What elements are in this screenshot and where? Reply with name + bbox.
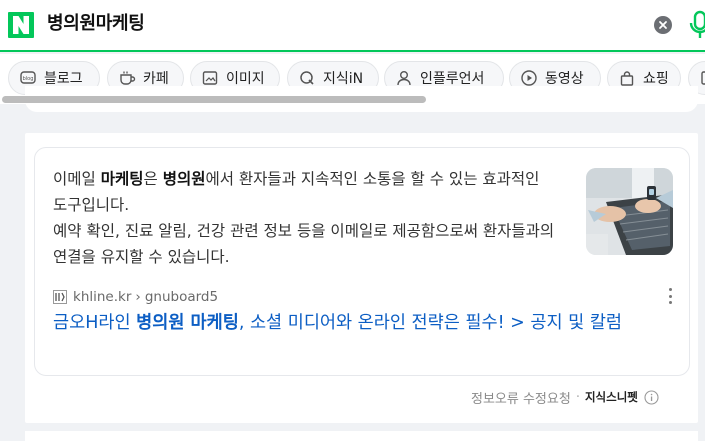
tab-label: 인플루언서 bbox=[420, 71, 485, 87]
snippet-highlight: 마케팅 bbox=[100, 170, 144, 188]
snippet-highlight: 병의원 bbox=[162, 170, 206, 188]
tab-label: 지식iN bbox=[323, 71, 364, 87]
search-input[interactable]: 병의원마케팅 bbox=[47, 12, 145, 36]
title-part: , 소셜 미디어와 온라인 전략은 필수! > 공지 및 칼럼 bbox=[238, 313, 623, 333]
cafe-icon bbox=[118, 69, 136, 87]
source-domain: khline.kr bbox=[73, 289, 132, 305]
title-highlight: 병의원 마케팅 bbox=[136, 313, 239, 333]
tab-label: 카페 bbox=[143, 71, 169, 87]
kin-icon bbox=[298, 69, 316, 87]
result-thumbnail[interactable] bbox=[586, 168, 673, 255]
blog-icon: blog bbox=[19, 69, 37, 87]
tab-label: 동영상 bbox=[545, 71, 584, 87]
tab-label: 이미지 bbox=[226, 71, 265, 87]
shopping-icon bbox=[618, 69, 636, 87]
snippet-box: 이메일 마케팅은 병의원에서 환자들과 지속적인 소통을 할 수 있는 효과적인… bbox=[34, 147, 690, 376]
snippet-text-part: 이메일 bbox=[53, 170, 101, 188]
more-tabs-icon bbox=[699, 69, 705, 87]
snippet-footer: 정보오류 수정요청 · 지식스니펫 bbox=[471, 386, 659, 408]
breadcrumb-separator: › bbox=[135, 289, 141, 305]
result-title-link[interactable]: 금오H라인 병의원 마케팅, 소셜 미디어와 온라인 전략은 필수! > 공지 … bbox=[53, 310, 675, 336]
svg-text:blog: blog bbox=[23, 76, 34, 82]
influencer-icon bbox=[395, 69, 413, 87]
tab-label: 쇼핑 bbox=[643, 71, 669, 87]
knowledge-snippet-label: 지식스니펫 bbox=[584, 390, 638, 404]
footer-separator: · bbox=[575, 389, 580, 405]
close-icon bbox=[659, 21, 667, 29]
snippet-text: 이메일 마케팅은 병의원에서 환자들과 지속적인 소통을 할 수 있는 효과적인… bbox=[53, 166, 563, 270]
tab-label: 블로그 bbox=[44, 71, 83, 87]
tabs-scrollbar-thumb[interactable] bbox=[2, 96, 426, 103]
clear-search-button[interactable] bbox=[654, 16, 672, 34]
naver-logo[interactable] bbox=[8, 12, 34, 38]
search-bar: 병의원마케팅 bbox=[0, 0, 705, 52]
knowledge-snippet-card: 이메일 마케팅은 병의원에서 환자들과 지속적인 소통을 할 수 있는 효과적인… bbox=[25, 133, 698, 423]
next-result-card bbox=[25, 431, 698, 441]
info-icon[interactable] bbox=[644, 389, 659, 405]
source-path: gnuboard5 bbox=[144, 289, 219, 305]
site-favicon-icon bbox=[53, 290, 67, 304]
report-error-link[interactable]: 정보오류 수정요청 bbox=[471, 388, 571, 407]
image-icon bbox=[201, 69, 219, 87]
snippet-text-line2: 예약 확인, 진료 알림, 건강 관련 정보 등을 이메일로 제공함으로써 환자… bbox=[53, 222, 555, 266]
result-source[interactable]: khline.kr › gnuboard5 bbox=[53, 288, 218, 306]
video-icon bbox=[520, 69, 538, 87]
microphone-icon[interactable] bbox=[688, 10, 705, 40]
title-part: 금오H라인 bbox=[53, 313, 137, 333]
snippet-text-part: 은 bbox=[143, 170, 163, 188]
more-options-icon[interactable] bbox=[664, 288, 676, 304]
